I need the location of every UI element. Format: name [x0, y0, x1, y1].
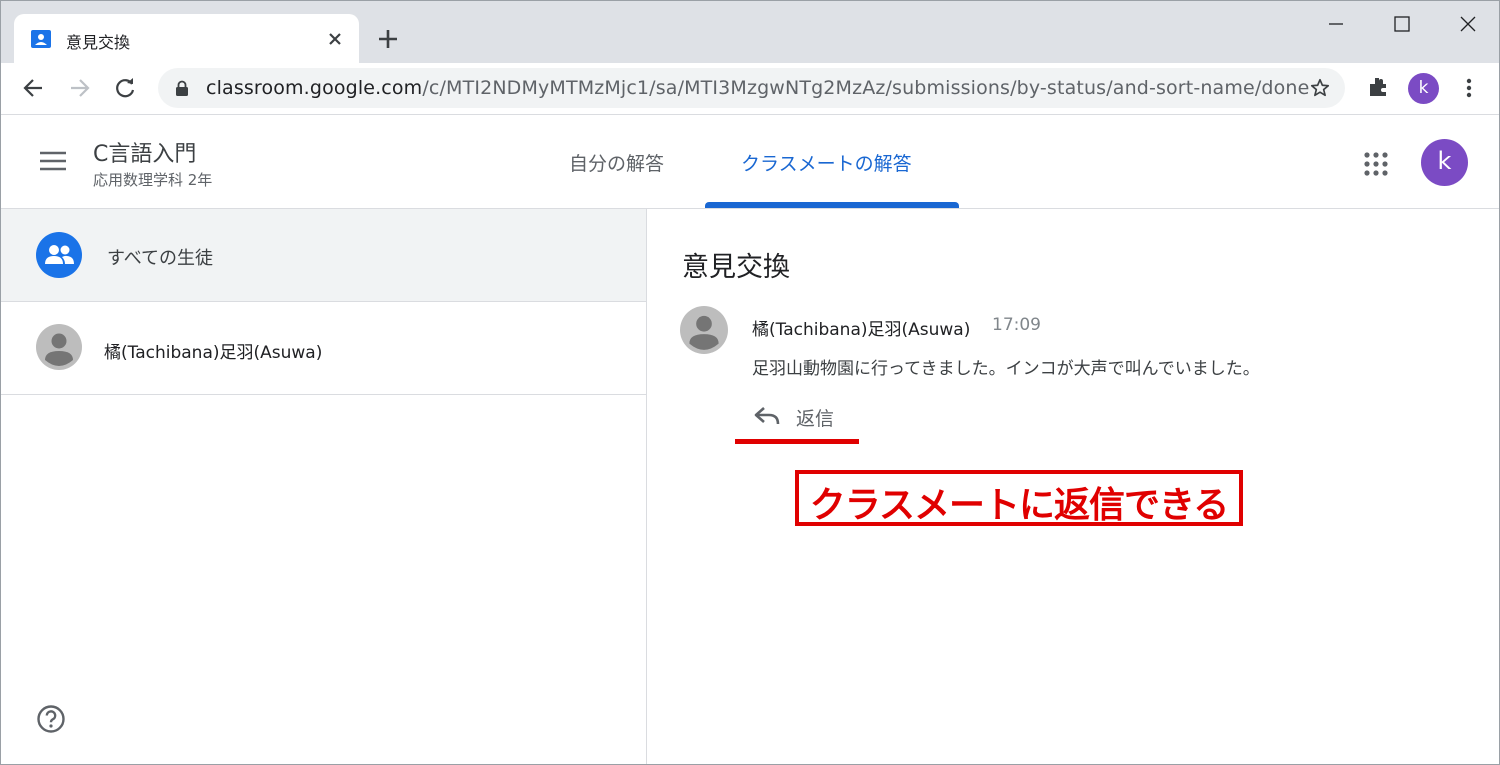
url-host: classroom.google.com	[206, 77, 423, 99]
app-header: C言語入門 応用数理学科 2年 自分の解答 クラスメートの解答 k	[1, 116, 1499, 209]
author-avatar-icon	[680, 306, 728, 354]
tab-my-answer[interactable]: 自分の解答	[569, 149, 664, 176]
close-icon[interactable]	[324, 28, 346, 50]
post-timestamp: 17:09	[992, 315, 1041, 335]
browser-window: 意見交換 classroom.google.com/c/MTI2NDMyMTMz…	[0, 0, 1500, 765]
forward-icon[interactable]	[66, 75, 92, 101]
reply-icon	[754, 407, 780, 425]
url-path: /c/MTI2NDMyMTMzMjc1/sa/MTI3MzgwNTg2MzAz/…	[422, 77, 1310, 99]
post-body: 足羽山動物園に行ってきました。インコが大声で叫んでいました。	[752, 359, 1260, 379]
more-icon[interactable]	[1459, 76, 1479, 100]
star-icon[interactable]	[1309, 77, 1331, 99]
reply-label: 返信	[796, 408, 835, 430]
hamburger-menu-icon[interactable]	[38, 148, 68, 174]
browser-toolbar: classroom.google.com/c/MTI2NDMyMTMzMjc1/…	[1, 63, 1499, 115]
classroom-favicon-icon	[31, 30, 51, 48]
student-name: 橘(Tachibana)足羽(Asuwa)	[104, 343, 323, 363]
all-students-label: すべての生徒	[107, 248, 214, 269]
maximize-icon[interactable]	[1387, 11, 1417, 37]
url-text: classroom.google.com/c/MTI2NDMyMTMzMjc1/…	[206, 77, 1309, 99]
back-icon[interactable]	[21, 75, 47, 101]
student-list-item[interactable]: 橘(Tachibana)足羽(Asuwa)	[1, 302, 646, 395]
apps-grid-icon[interactable]	[1363, 151, 1389, 177]
browser-tab[interactable]: 意見交換	[14, 14, 359, 64]
submission-pane: 意見交換 橘(Tachibana)足羽(Asuwa) 17:09 足羽山動物園に…	[647, 209, 1499, 764]
new-tab-icon[interactable]	[375, 26, 401, 52]
course-section: 応用数理学科 2年	[93, 171, 213, 189]
annotation-callout: クラスメートに返信できる	[795, 470, 1243, 526]
window-close-icon[interactable]	[1453, 11, 1483, 37]
extensions-icon[interactable]	[1366, 75, 1390, 99]
tab-title: 意見交換	[66, 33, 131, 52]
annotation-callout-text: クラスメートに返信できる	[809, 485, 1230, 526]
minimize-icon[interactable]	[1321, 11, 1351, 37]
reply-button[interactable]: 返信	[749, 399, 859, 435]
profile-avatar[interactable]: k	[1408, 73, 1439, 104]
annotation-underline	[735, 439, 859, 444]
all-students-item[interactable]: すべての生徒	[1, 209, 646, 302]
user-avatar[interactable]: k	[1421, 139, 1468, 186]
student-list-pane: すべての生徒 橘(Tachibana)足羽(Asuwa)	[1, 209, 647, 764]
address-bar[interactable]: classroom.google.com/c/MTI2NDMyMTMzMjc1/…	[158, 68, 1345, 108]
help-icon[interactable]	[36, 704, 66, 734]
course-name[interactable]: C言語入門	[93, 136, 196, 168]
reload-icon[interactable]	[112, 75, 138, 101]
people-icon	[36, 232, 82, 278]
lock-icon	[176, 80, 188, 96]
tab-strip: 意見交換	[1, 1, 1499, 64]
post-author: 橘(Tachibana)足羽(Asuwa)	[752, 320, 971, 340]
tab-classmate-answers[interactable]: クラスメートの解答	[741, 149, 912, 176]
default-avatar-icon	[36, 324, 82, 370]
assignment-title: 意見交換	[682, 252, 790, 283]
active-tab-indicator	[705, 202, 959, 208]
